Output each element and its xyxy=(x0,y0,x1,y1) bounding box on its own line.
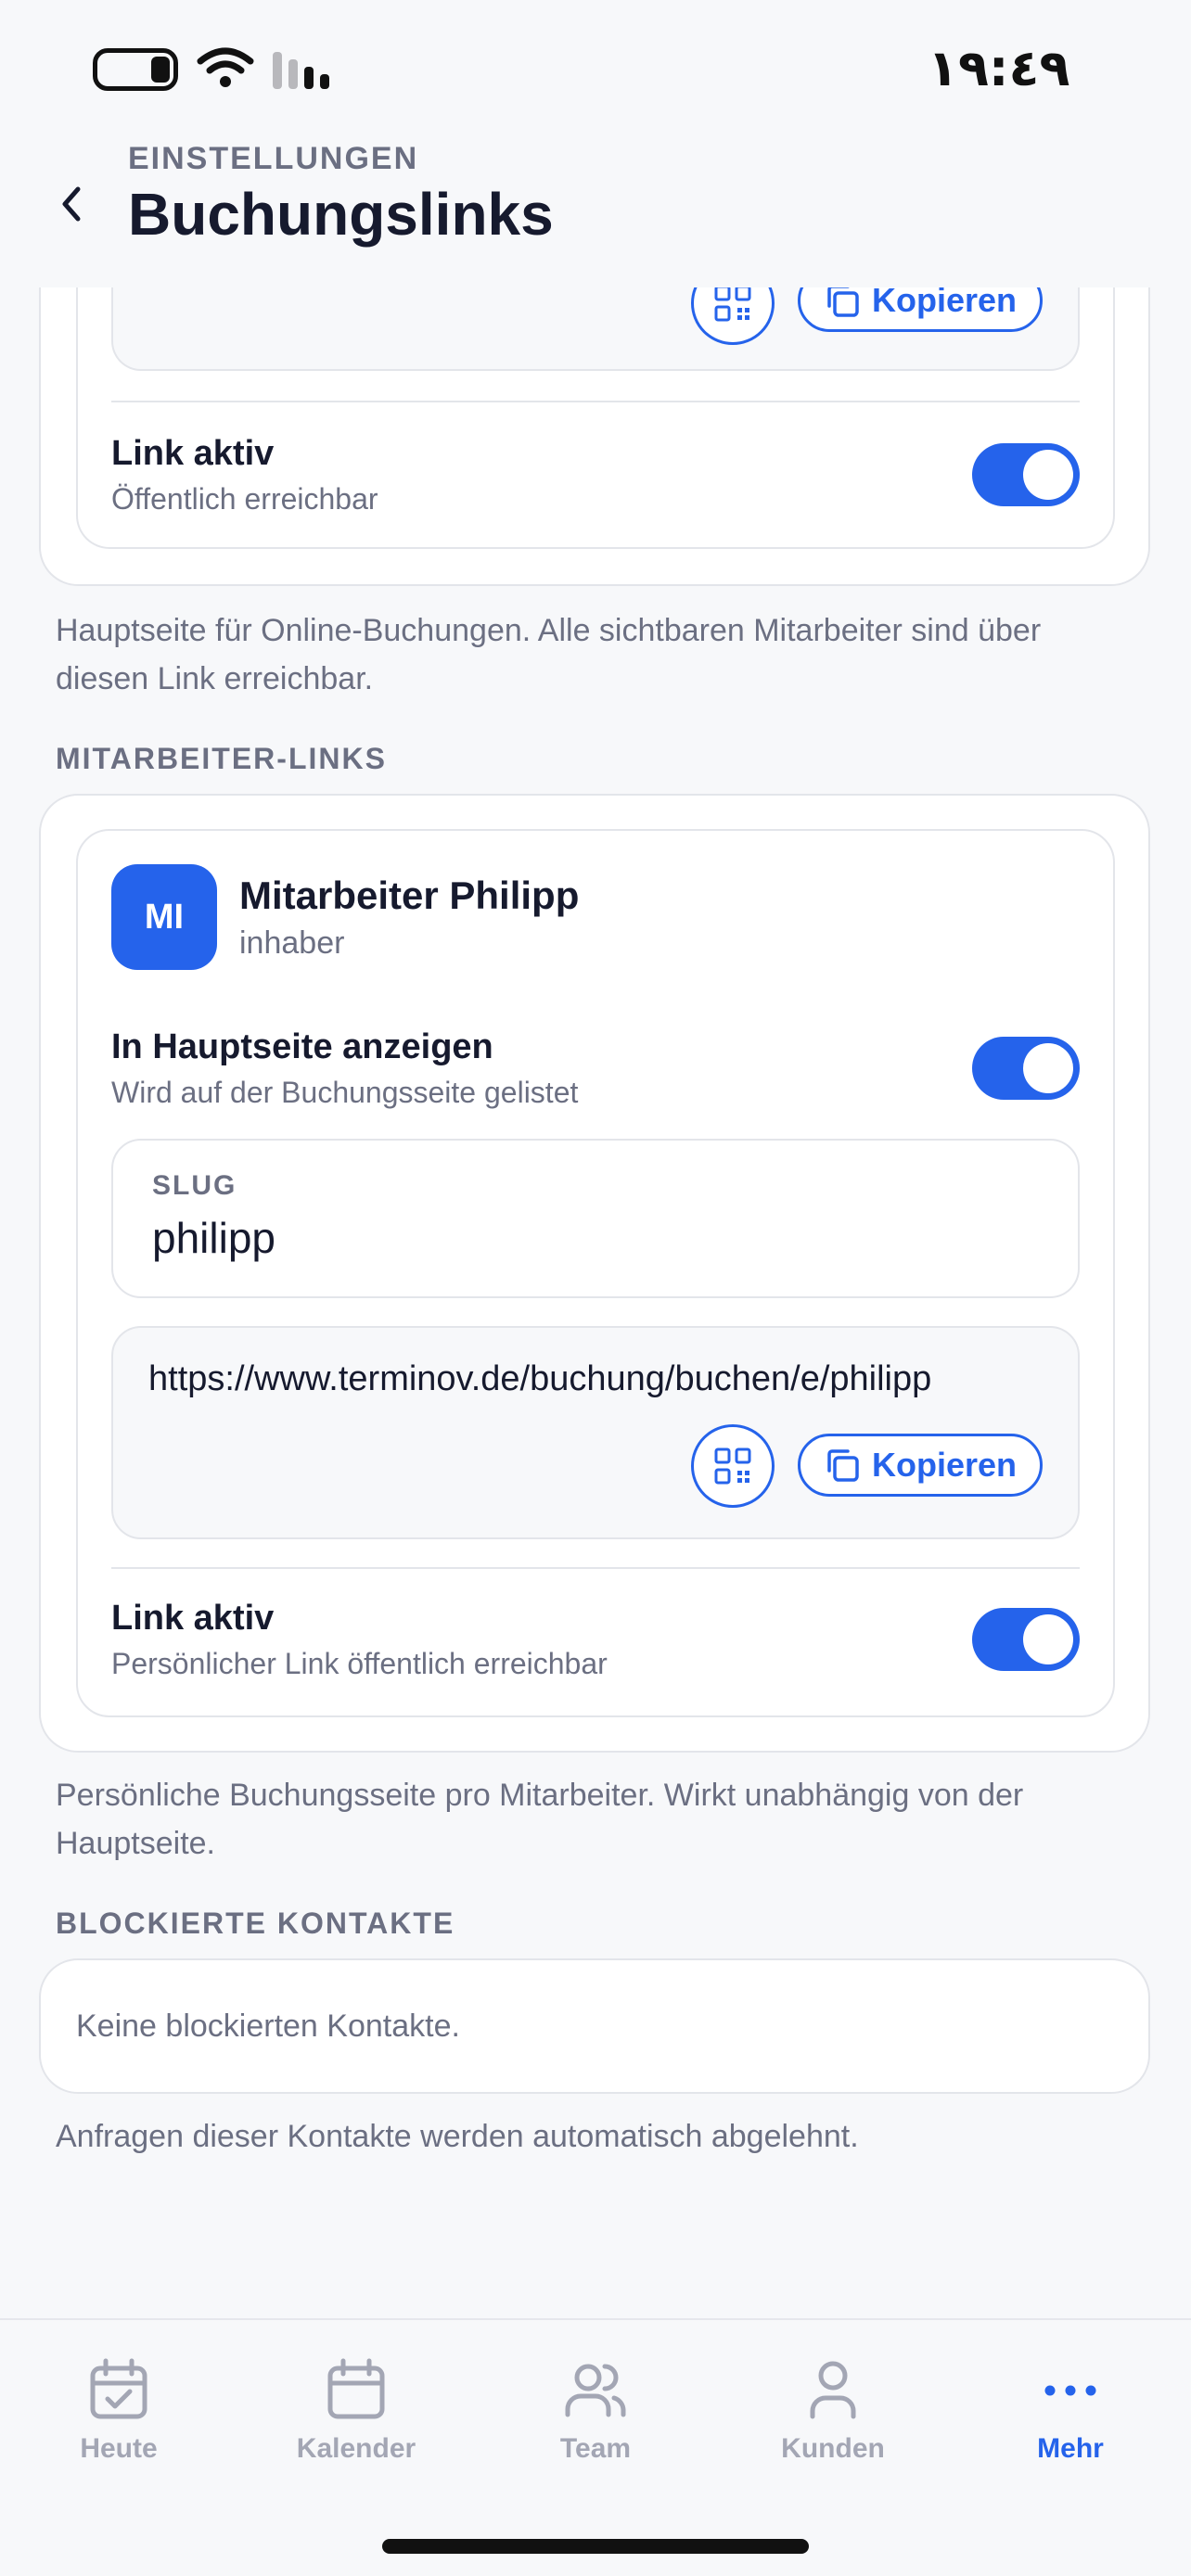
member-url-box: https://www.terminov.de/buchung/buchen/e… xyxy=(111,1326,1080,1539)
back-chevron-icon[interactable] xyxy=(52,176,89,232)
tab-label: Kalender xyxy=(296,2433,416,2464)
blocked-section-label: BLOCKIERTE KONTAKTE xyxy=(56,1906,455,1940)
show-in-main-title: In Hauptseite anzeigen xyxy=(111,1027,493,1066)
slug-field[interactable]: SLUG philipp xyxy=(111,1139,1080,1298)
member-copy-label: Kopieren xyxy=(871,1446,1018,1484)
main-link-active-toggle[interactable] xyxy=(972,443,1080,506)
qr-code-icon xyxy=(714,285,751,322)
page-header: EINSTELLUNGEN Buchungslinks xyxy=(0,130,1191,287)
copy-icon xyxy=(827,285,859,317)
qr-code-icon xyxy=(714,1447,751,1485)
avatar: MI xyxy=(111,864,217,970)
tab-mehr[interactable]: Mehr xyxy=(978,2357,1163,2465)
users-icon xyxy=(565,2364,626,2417)
user-icon xyxy=(810,2361,856,2419)
divider xyxy=(111,401,1080,402)
member-name: Mitarbeiter Philipp xyxy=(239,874,580,917)
blocked-empty-text: Keine blockierten Kontakte. xyxy=(76,2009,460,2044)
tab-label: Mehr xyxy=(1037,2433,1104,2464)
tab-label: Kunden xyxy=(781,2433,885,2464)
wifi-icon xyxy=(197,47,254,87)
tab-kunden[interactable]: Kunden xyxy=(740,2357,926,2465)
more-dots-icon xyxy=(1044,2385,1096,2396)
main-link-active-title: Link aktiv xyxy=(111,434,275,473)
divider xyxy=(111,1567,1080,1569)
screen: ١٩:٤٩ EINSTELLUNGEN Buchungslinks Kopier… xyxy=(0,0,1191,2576)
blocked-contacts-card: Keine blockierten Kontakte. xyxy=(39,1958,1150,2094)
slug-value: philipp xyxy=(152,1214,275,1262)
copy-icon xyxy=(827,1449,859,1482)
home-indicator xyxy=(382,2539,809,2554)
member-qr-button[interactable] xyxy=(691,1424,775,1508)
main-link-active-subtitle: Öffentlich erreichbar xyxy=(111,482,378,516)
calendar-check-icon xyxy=(90,2358,147,2419)
member-copy-button[interactable]: Kopieren xyxy=(798,1434,1043,1497)
member-link-active-subtitle: Persönlicher Link öffentlich erreichbar xyxy=(111,1647,608,1680)
tab-team[interactable]: Team xyxy=(503,2357,688,2465)
blocked-caption: Anfragen dieser Kontakte werden automati… xyxy=(56,2119,859,2154)
tab-label: Heute xyxy=(80,2433,158,2464)
status-time: ١٩:٤٩ xyxy=(928,39,1070,97)
signal-icon xyxy=(273,50,329,89)
staff-caption: Persönliche Buchungsseite pro Mitarbeite… xyxy=(56,1778,1024,1861)
member-url: https://www.terminov.de/buchung/buchen/e… xyxy=(148,1359,932,1398)
tab-heute[interactable]: Heute xyxy=(26,2357,211,2465)
member-role: inhaber xyxy=(239,925,345,961)
member-link-active-toggle[interactable] xyxy=(972,1608,1080,1671)
main-link-caption: Hauptseite für Online-Buchungen. Alle si… xyxy=(56,613,1042,696)
avatar-initials: MI xyxy=(144,897,185,937)
tab-label: Team xyxy=(559,2433,632,2464)
tab-kalender[interactable]: Kalender xyxy=(263,2357,449,2465)
staff-section-label: MITARBEITER-LINKS xyxy=(56,742,387,775)
status-bar: ١٩:٤٩ xyxy=(0,0,1191,130)
member-link-active-title: Link aktiv xyxy=(111,1599,275,1638)
page-title: Buchungslinks xyxy=(128,181,554,248)
tab-bar: Heute Kalender Team Kunden Mehr xyxy=(0,2318,1191,2576)
header-overline: EINSTELLUNGEN xyxy=(128,141,419,176)
slug-label: SLUG xyxy=(152,1170,237,1201)
calendar-icon xyxy=(327,2358,385,2419)
battery-icon xyxy=(93,48,178,91)
show-in-main-subtitle: Wird auf der Buchungsseite gelistet xyxy=(111,1076,579,1109)
show-in-main-toggle[interactable] xyxy=(972,1037,1080,1100)
